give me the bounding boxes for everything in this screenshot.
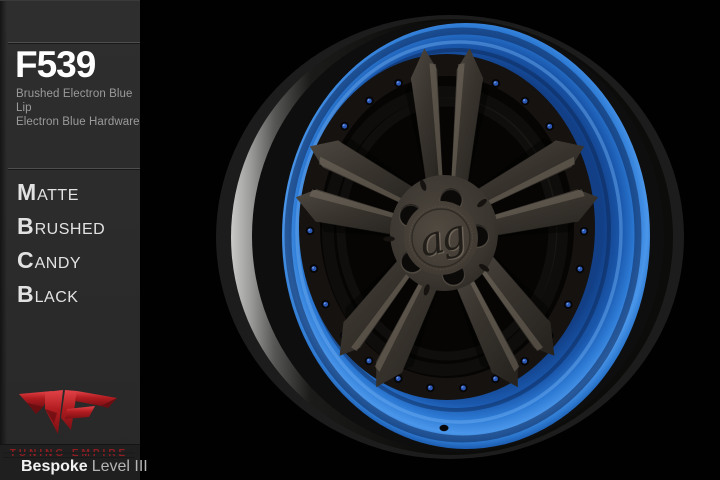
valve-stem-hole: [440, 425, 449, 431]
finish-option: Candy: [17, 245, 105, 279]
product-banner: ag ag F539 Brushed Electron Blue Lip Ele…: [0, 0, 720, 480]
stencil-stripe: [3, 452, 135, 454]
brand-footer: TUNING EMPIRE BespokeLevel III: [0, 444, 140, 480]
finish-option: Black: [17, 279, 105, 313]
finish-description: Brushed Electron Blue Lip Electron Blue …: [16, 87, 140, 129]
finish-line: Brushed Electron Blue: [16, 87, 140, 101]
finish-line: Electron Blue Hardware: [16, 115, 140, 129]
brand-logo-icon: [16, 388, 120, 438]
finish-options-list: Matte Brushed Candy Black: [17, 177, 105, 313]
bespoke-level-label: BespokeLevel III: [21, 458, 148, 476]
finish-option: Matte: [17, 177, 105, 211]
model-title: F539: [15, 45, 95, 85]
divider: [8, 42, 140, 43]
divider: [8, 168, 140, 169]
finish-line: Lip: [16, 101, 140, 115]
info-panel: F539 Brushed Electron Blue Lip Electron …: [0, 0, 140, 480]
tier-rest-text: Level III: [92, 458, 148, 475]
tier-bold-text: Bespoke: [21, 458, 88, 475]
finish-option: Brushed: [17, 211, 105, 245]
